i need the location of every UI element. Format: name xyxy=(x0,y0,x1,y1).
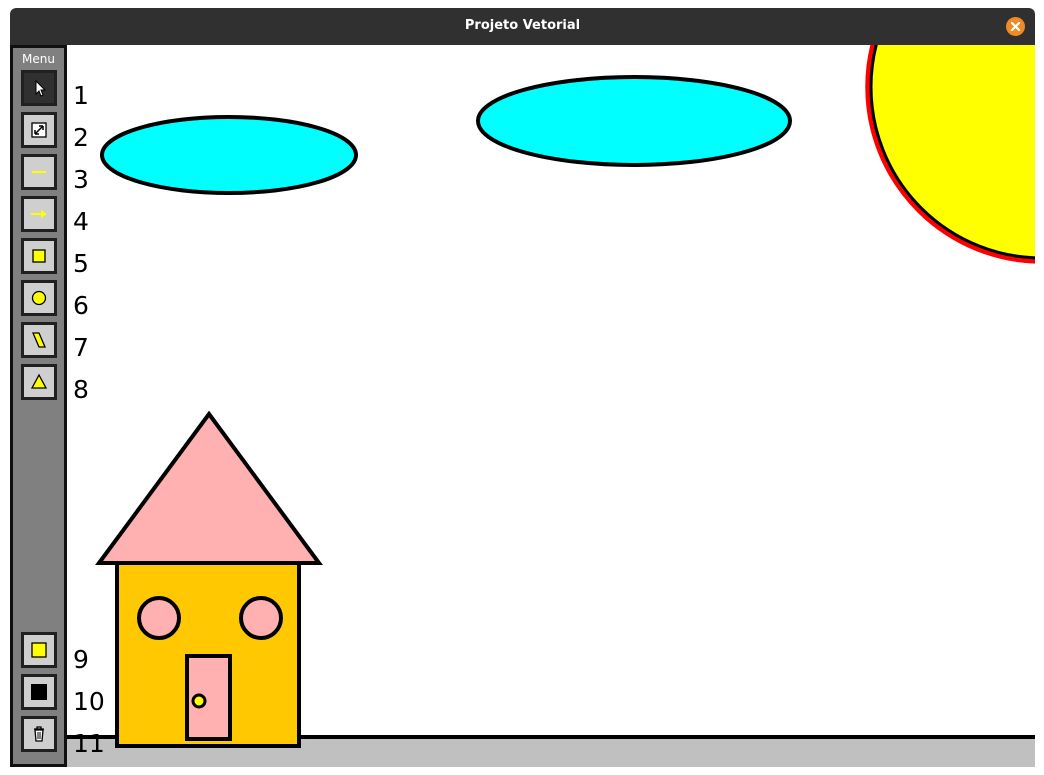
roof-shape[interactable] xyxy=(95,410,323,565)
menu-label: Menu xyxy=(22,52,55,66)
triangle-tool-button[interactable] xyxy=(21,364,57,400)
tool-number-4: 4 xyxy=(73,207,89,236)
tool-palette: Menu xyxy=(10,45,67,767)
tool-number-5: 5 xyxy=(73,249,89,278)
window-shape-right[interactable] xyxy=(239,596,283,640)
tool-number-2: 2 xyxy=(73,123,89,152)
door-knob-shape[interactable] xyxy=(191,693,207,709)
app-window: Projeto Vetorial Menu 1 2 3 4 5 6 7 8 9 … xyxy=(10,8,1035,767)
tool-number-7: 7 xyxy=(73,333,89,362)
arrow-icon xyxy=(31,210,47,218)
title-bar[interactable]: Projeto Vetorial xyxy=(10,8,1035,45)
close-button[interactable] xyxy=(1006,17,1025,36)
parallelogram-icon xyxy=(32,332,46,348)
tool-number-3: 3 xyxy=(73,165,89,194)
tool-number-6: 6 xyxy=(73,291,89,320)
tool-number-8: 8 xyxy=(73,375,89,404)
close-icon xyxy=(1010,21,1021,32)
line-tool-button[interactable] xyxy=(21,154,57,190)
drawing-canvas[interactable]: 1 2 3 4 5 6 7 8 9 10 11 xyxy=(67,45,1035,767)
circle-icon xyxy=(31,290,47,306)
rectangle-icon xyxy=(32,249,46,263)
arrow-tool-button[interactable] xyxy=(21,196,57,232)
fill-color-icon xyxy=(31,642,47,658)
line-icon xyxy=(32,171,46,173)
tool-number-10: 10 xyxy=(73,687,105,716)
select-tool-button[interactable] xyxy=(21,70,57,106)
sun-shape[interactable] xyxy=(869,45,1035,260)
triangle-icon xyxy=(30,373,48,389)
stroke-color-icon xyxy=(31,684,47,700)
fill-color-button[interactable] xyxy=(21,632,57,668)
scene-drawing xyxy=(67,45,1035,767)
tool-number-9: 9 xyxy=(73,645,89,674)
parallelogram-tool-button[interactable] xyxy=(21,322,57,358)
cloud-shape-right[interactable] xyxy=(476,75,792,167)
trash-icon xyxy=(34,726,44,742)
circle-tool-button[interactable] xyxy=(21,280,57,316)
tool-number-11: 11 xyxy=(73,729,105,758)
resize-icon xyxy=(31,122,47,138)
rectangle-tool-button[interactable] xyxy=(21,238,57,274)
cloud-shape-left[interactable] xyxy=(100,115,358,195)
cursor-icon xyxy=(35,79,47,97)
stroke-color-button[interactable] xyxy=(21,674,57,710)
tool-number-1: 1 xyxy=(73,81,89,110)
window-shape-left[interactable] xyxy=(137,596,181,640)
delete-button[interactable] xyxy=(21,716,57,752)
resize-tool-button[interactable] xyxy=(21,112,57,148)
window-title: Projeto Vetorial xyxy=(464,18,581,33)
